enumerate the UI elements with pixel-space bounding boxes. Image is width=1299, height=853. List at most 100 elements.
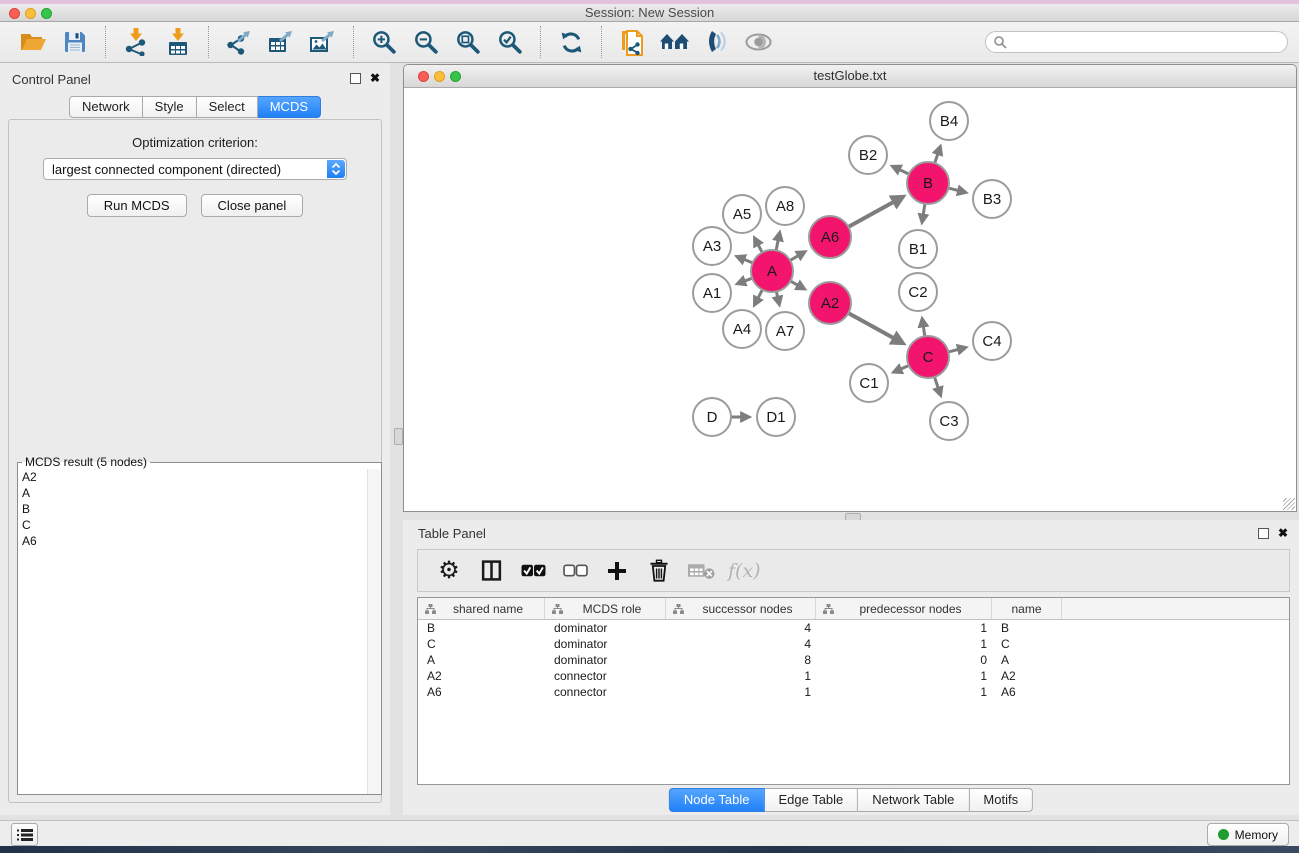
copy-network-button[interactable] — [616, 26, 648, 58]
table-row[interactable]: A6connector11A6 — [418, 684, 1289, 700]
mcds-result-item[interactable]: A2 — [22, 469, 381, 485]
node-B[interactable]: B — [907, 162, 949, 204]
edge-C-C3[interactable] — [935, 377, 941, 394]
import-table-button[interactable] — [162, 26, 194, 58]
node-A8[interactable]: A8 — [766, 187, 804, 225]
select-all-button[interactable] — [518, 556, 548, 586]
table-settings-button[interactable]: ⚙ — [434, 556, 464, 586]
edge-A-A7[interactable] — [776, 292, 779, 304]
tab-node-table[interactable]: Node Table — [669, 788, 765, 812]
zoom-in-button[interactable] — [368, 26, 400, 58]
search-box[interactable] — [985, 31, 1288, 53]
node-B1[interactable]: B1 — [899, 230, 937, 268]
table-row[interactable]: Cdominator41C — [418, 636, 1289, 652]
edge-A6-B[interactable] — [848, 198, 901, 227]
window-resize-grip[interactable] — [1283, 498, 1295, 510]
node-D1[interactable]: D1 — [757, 398, 795, 436]
node-D[interactable]: D — [693, 398, 731, 436]
edge-B-B2[interactable] — [893, 167, 909, 174]
edge-A-A5[interactable] — [755, 239, 762, 253]
criterion-select[interactable]: largest connected component (directed) — [43, 158, 347, 180]
zoom-out-button[interactable] — [410, 26, 442, 58]
node-A2[interactable]: A2 — [809, 282, 851, 324]
column-header-successor-nodes[interactable]: successor nodes — [666, 598, 816, 619]
network-graph[interactable]: A A1 A2 A3 A4 A5 A6 A7 A8 B B1 B2 B3 B4 C C1 C2 C3 C4 D D1 — [404, 88, 1296, 511]
panel-divider-grip-vertical[interactable] — [394, 428, 403, 445]
table-float-panel-icon[interactable] — [1258, 528, 1269, 539]
mcds-result-item[interactable]: A6 — [22, 533, 381, 549]
edge-C-C1[interactable] — [895, 366, 909, 372]
mcds-result-scrollbar[interactable] — [367, 469, 381, 794]
edge-B-B1[interactable] — [922, 204, 925, 222]
import-network-button[interactable] — [120, 26, 152, 58]
home-button[interactable] — [658, 26, 690, 58]
node-C2[interactable]: C2 — [899, 273, 937, 311]
node-A4[interactable]: A4 — [723, 310, 761, 348]
column-header-name[interactable]: name — [992, 598, 1062, 619]
zoom-fit-button[interactable] — [452, 26, 484, 58]
task-history-button[interactable] — [11, 823, 38, 846]
deselect-all-button[interactable] — [560, 556, 590, 586]
edge-A-A4[interactable] — [755, 290, 763, 304]
node-A5[interactable]: A5 — [723, 195, 761, 233]
edge-A-A2[interactable] — [790, 281, 803, 288]
tab-select[interactable]: Select — [197, 96, 258, 118]
zoom-selected-button[interactable] — [494, 26, 526, 58]
close-panel-icon[interactable]: ✖ — [370, 72, 380, 84]
node-table[interactable]: shared nameMCDS rolesuccessor nodesprede… — [417, 597, 1290, 785]
edge-C-C4[interactable] — [948, 348, 964, 352]
edge-B-B4[interactable] — [935, 148, 940, 164]
show-column-button[interactable] — [476, 556, 506, 586]
edge-A2-C[interactable] — [848, 313, 901, 342]
column-header-shared-name[interactable]: shared name — [418, 598, 545, 619]
tab-edge-table[interactable]: Edge Table — [764, 788, 858, 812]
node-C3[interactable]: C3 — [930, 402, 968, 440]
mcds-result-item[interactable]: C — [22, 517, 381, 533]
node-B2[interactable]: B2 — [849, 136, 887, 174]
refresh-layout-button[interactable] — [555, 26, 587, 58]
export-image-button[interactable] — [307, 26, 339, 58]
mcds-result-item[interactable]: B — [22, 501, 381, 517]
network-window-titlebar[interactable]: testGlobe.txt — [404, 65, 1296, 88]
save-session-button[interactable] — [59, 26, 91, 58]
table-close-panel-icon[interactable]: ✖ — [1278, 527, 1288, 539]
node-A1[interactable]: A1 — [693, 274, 731, 312]
tab-network[interactable]: Network — [69, 96, 143, 118]
close-panel-button[interactable]: Close panel — [201, 194, 304, 217]
node-B4[interactable]: B4 — [930, 102, 968, 140]
column-header-predecessor-nodes[interactable]: predecessor nodes — [816, 598, 992, 619]
edge-A-A1[interactable] — [738, 278, 752, 283]
tab-network-table[interactable]: Network Table — [858, 788, 969, 812]
edge-A-A6[interactable] — [790, 252, 804, 260]
tab-motifs[interactable]: Motifs — [969, 788, 1033, 812]
edge-A-A3[interactable] — [738, 257, 753, 263]
edge-C-C2[interactable] — [922, 320, 925, 337]
delete-column-button[interactable] — [644, 556, 674, 586]
node-C4[interactable]: C4 — [973, 322, 1011, 360]
node-A3[interactable]: A3 — [693, 227, 731, 265]
float-panel-icon[interactable] — [350, 73, 361, 84]
table-row[interactable]: Adominator80A — [418, 652, 1289, 668]
open-session-button[interactable] — [17, 26, 49, 58]
hide-details-button[interactable] — [700, 26, 732, 58]
table-row[interactable]: A2connector11A2 — [418, 668, 1289, 684]
memory-button[interactable]: Memory — [1207, 823, 1289, 846]
node-A[interactable]: A — [751, 250, 793, 292]
node-C[interactable]: C — [907, 336, 949, 378]
run-mcds-button[interactable]: Run MCDS — [87, 194, 187, 217]
network-canvas[interactable]: A A1 A2 A3 A4 A5 A6 A7 A8 B B1 B2 B3 B4 C C1 C2 C3 C4 D D1 — [404, 88, 1296, 511]
node-C1[interactable]: C1 — [850, 364, 888, 402]
tab-mcds[interactable]: MCDS — [258, 96, 321, 118]
tab-style[interactable]: Style — [143, 96, 197, 118]
node-A7[interactable]: A7 — [766, 312, 804, 350]
table-row[interactable]: Bdominator41B — [418, 620, 1289, 636]
export-table-button[interactable] — [265, 26, 297, 58]
mcds-result-item[interactable]: A — [22, 485, 381, 501]
export-network-button[interactable] — [223, 26, 255, 58]
edge-B-B3[interactable] — [948, 188, 964, 192]
node-A6[interactable]: A6 — [809, 216, 851, 258]
node-B3[interactable]: B3 — [973, 180, 1011, 218]
edge-A-A8[interactable] — [776, 234, 779, 251]
search-input[interactable] — [1011, 33, 1287, 51]
column-header-MCDS-role[interactable]: MCDS role — [545, 598, 666, 619]
